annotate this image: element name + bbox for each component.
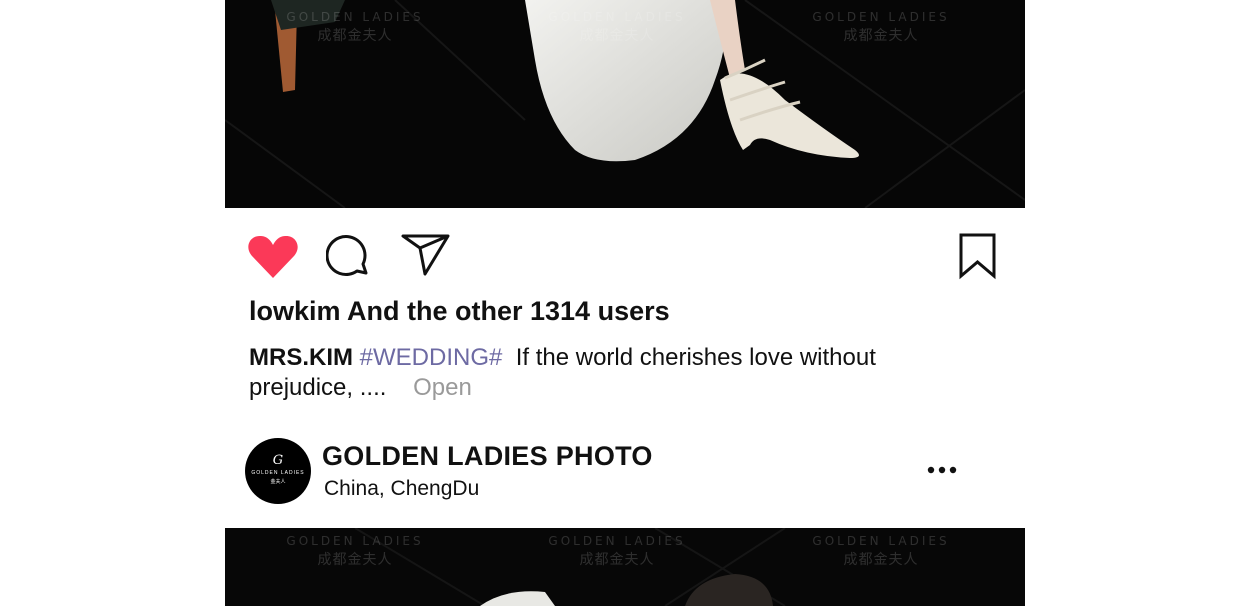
heart-icon <box>248 235 298 278</box>
caption-hashtag[interactable]: #WEDDING# <box>360 344 503 371</box>
watermark: GOLDEN LADIES 成都金夫人 <box>548 534 686 568</box>
caption-username[interactable]: MRS.KIM <box>249 344 353 371</box>
like-button[interactable] <box>247 234 299 280</box>
more-options-button[interactable] <box>926 462 958 478</box>
more-dots-icon <box>927 466 957 474</box>
watermark: GOLDEN LADIES 成都金夫人 <box>812 534 950 568</box>
speech-bubble-icon <box>325 235 368 276</box>
watermark: GOLDEN LADIES 成都金夫人 <box>286 534 424 568</box>
bookmark-icon <box>959 233 996 280</box>
watermark: GOLDEN LADIES 成都金夫人 <box>548 10 686 44</box>
open-caption-link[interactable]: Open <box>413 374 472 401</box>
share-button[interactable] <box>400 231 452 277</box>
save-button[interactable] <box>958 232 998 280</box>
post-photo-top[interactable]: GOLDEN LADIES 成都金夫人 GOLDEN LADIES 成都金夫人 … <box>225 0 1025 208</box>
watermark: GOLDEN LADIES 成都金夫人 <box>286 10 424 44</box>
avatar-logo: G <box>272 453 284 468</box>
account-location[interactable]: China, ChengDu <box>324 477 479 501</box>
comment-button[interactable] <box>325 233 372 279</box>
post-photo-bottom[interactable]: GOLDEN LADIES 成都金夫人 GOLDEN LADIES 成都金夫人 … <box>225 528 1025 606</box>
post-caption: MRS.KIM #WEDDING# If the world cherishes… <box>249 343 949 403</box>
avatar[interactable]: G GOLDEN LADIES 金夫人 <box>245 438 311 504</box>
paper-plane-icon <box>401 234 450 276</box>
watermark: GOLDEN LADIES 成都金夫人 <box>812 10 950 44</box>
avatar-brand-cn: 金夫人 <box>270 479 286 485</box>
avatar-brand: GOLDEN LADIES <box>251 470 305 476</box>
account-name[interactable]: GOLDEN LADIES PHOTO <box>322 441 653 472</box>
likes-count[interactable]: lowkim And the other 1314 users <box>249 296 670 327</box>
